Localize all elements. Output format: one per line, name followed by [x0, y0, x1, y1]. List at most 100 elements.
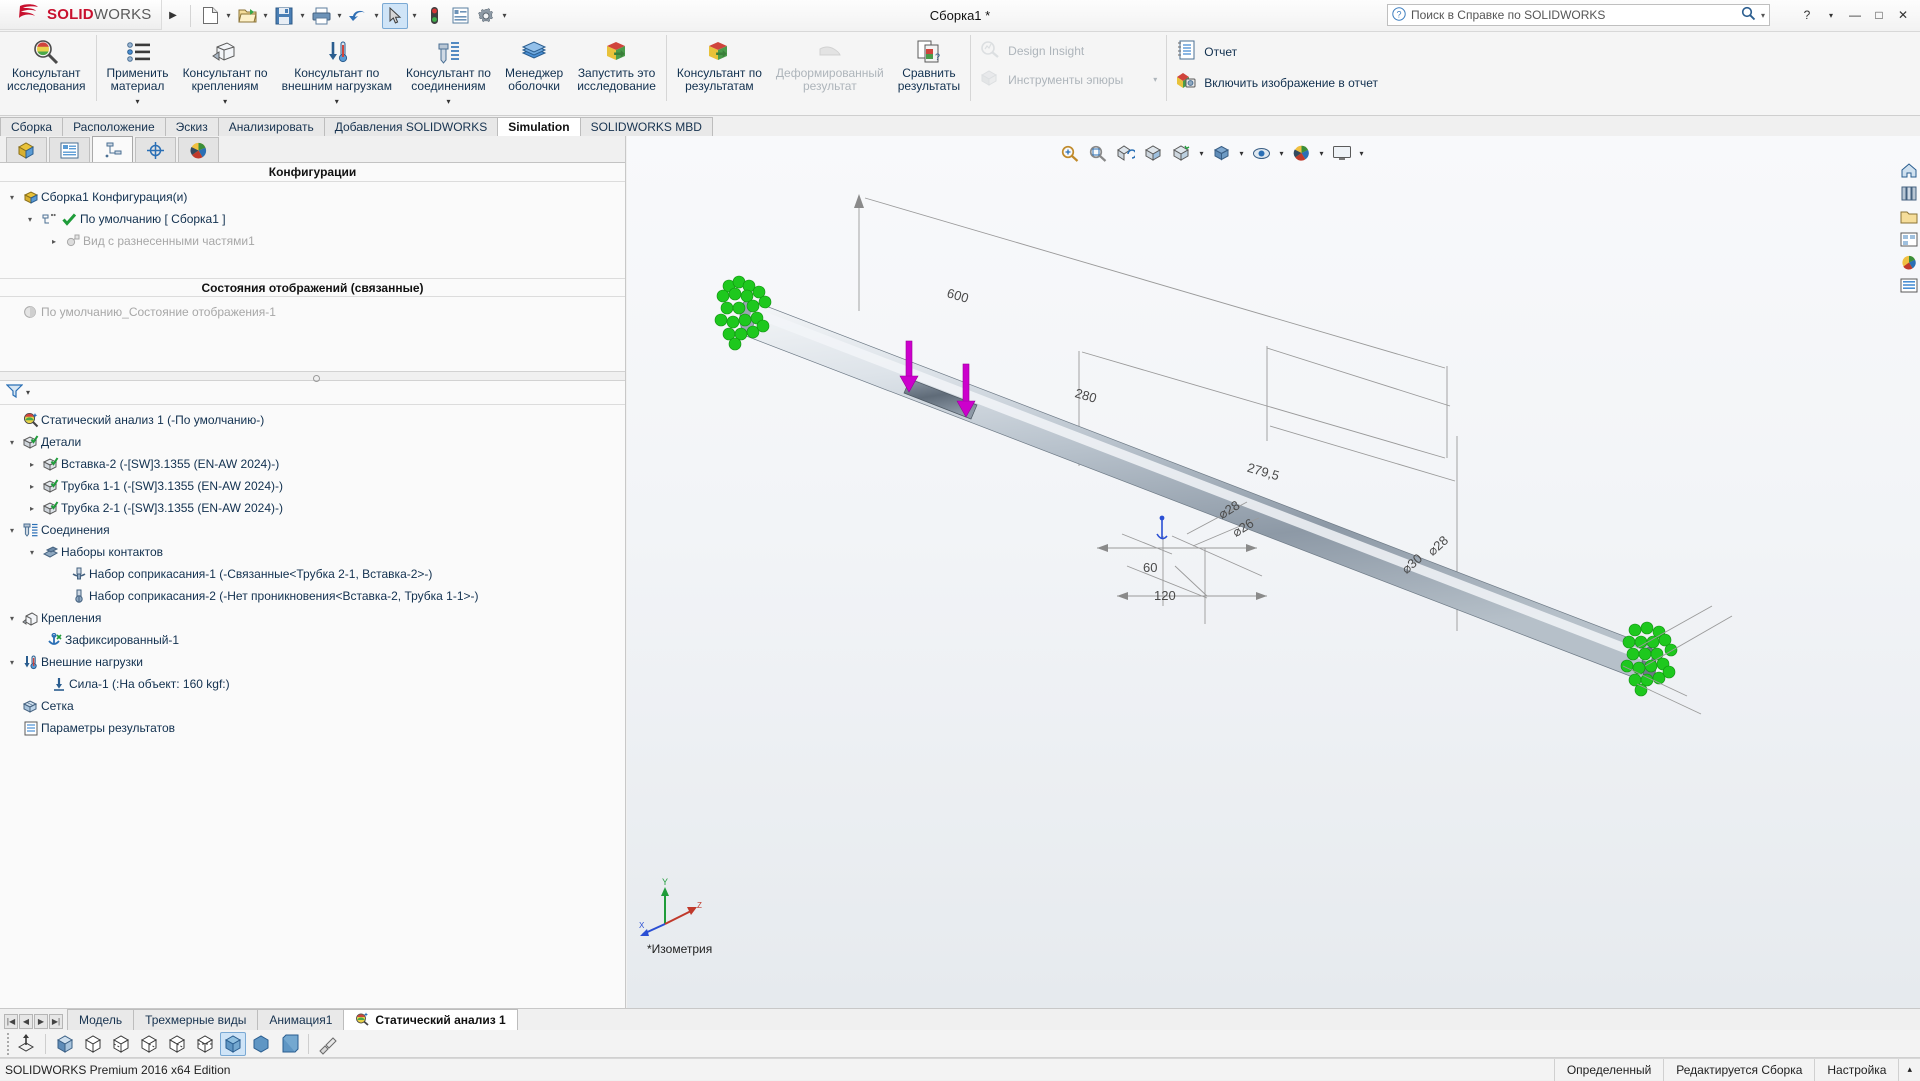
options-gear-icon[interactable]: [473, 3, 499, 29]
rebuild-icon[interactable]: [421, 3, 447, 29]
next-tab-button[interactable]: ▶: [34, 1014, 48, 1029]
ribbon-apply-material[interactable]: Применить материал ▾: [100, 32, 176, 108]
toolbar-grip[interactable]: [4, 1032, 11, 1056]
undo-caret[interactable]: ▾: [371, 11, 382, 20]
view-palette-icon[interactable]: [1899, 229, 1919, 249]
tab-sw-addins[interactable]: Добавления SOLIDWORKS: [323, 117, 499, 136]
sim-tree-part-vstavka-2[interactable]: ▸ Вставка-2 (-[SW]3.1355 (EN-AW 2024)-): [0, 453, 625, 475]
sim-tree-part-trubka-1-1[interactable]: ▸ Трубка 1-1 (-[SW]3.1355 (EN-AW 2024)-): [0, 475, 625, 497]
expand-collapse-icon[interactable]: ▾: [4, 658, 20, 667]
chevron-down-icon[interactable]: ▾: [223, 95, 227, 108]
expand-collapse-icon[interactable]: ▸: [24, 504, 40, 513]
view-orientation-6-button[interactable]: [192, 1032, 218, 1056]
close-button[interactable]: ✕: [1892, 4, 1914, 26]
sim-tree-fixtures[interactable]: ▾ Крепления: [0, 607, 625, 629]
help-button[interactable]: ?: [1796, 4, 1818, 26]
maximize-button[interactable]: □: [1868, 4, 1890, 26]
expand-collapse-icon[interactable]: ▾: [24, 548, 40, 557]
sim-tree-static-study[interactable]: ▸ Статический анализ 1 (-По умолчанию-): [0, 409, 625, 431]
new-document-icon[interactable]: [197, 3, 223, 29]
assembly-3d-model[interactable]: [627, 136, 1920, 1008]
tab-solidworks-mbd[interactable]: SOLIDWORKS MBD: [579, 117, 713, 136]
display-state-item[interactable]: ▸ По умолчанию_Состояние отображения-1: [0, 301, 625, 323]
view-orientation-3-button[interactable]: [108, 1032, 134, 1056]
view-orientation-1-button[interactable]: [52, 1032, 78, 1056]
menu-expand-arrow[interactable]: ▶: [162, 10, 184, 21]
ribbon-results-advisor[interactable]: Консультант по результатам: [670, 32, 769, 93]
doc-tab-model[interactable]: Модель: [67, 1009, 135, 1030]
sim-tree-connections[interactable]: ▾ Соединения: [0, 519, 625, 541]
save-caret[interactable]: ▾: [297, 11, 308, 20]
filter-caret-icon[interactable]: ▾: [26, 388, 30, 397]
ribbon-report[interactable]: Отчет: [1170, 40, 1384, 63]
sim-tree-fixed-geometry-1[interactable]: ▸ Зафиксированный-1: [0, 629, 625, 651]
expand-collapse-icon[interactable]: ▾: [4, 614, 20, 623]
expand-collapse-icon[interactable]: ▸: [24, 482, 40, 491]
ribbon-run-study[interactable]: Запустить это исследование: [570, 32, 663, 93]
print-caret[interactable]: ▾: [334, 11, 345, 20]
panel-splitter[interactable]: [0, 371, 625, 382]
view-orientation-4-button[interactable]: [136, 1032, 162, 1056]
ribbon-compare-results[interactable]: ? Сравнить результаты: [891, 32, 967, 93]
ribbon-shell-manager[interactable]: Менеджер оболочки: [498, 32, 570, 93]
custom-properties-icon[interactable]: [1899, 275, 1919, 295]
help-search-box[interactable]: ? Поиск в Справке по SOLIDWORKS ▾: [1387, 4, 1770, 26]
sim-tree-external-loads[interactable]: ▾ Внешние нагрузки: [0, 651, 625, 673]
expand-collapse-icon[interactable]: ▸: [24, 460, 40, 469]
tab-sketch[interactable]: Эскиз: [164, 117, 219, 136]
sim-tree-part-trubka-2-1[interactable]: ▸ Трубка 2-1 (-[SW]3.1355 (EN-AW 2024)-): [0, 497, 625, 519]
ribbon-fixtures-advisor[interactable]: Консультант по креплениям ▾: [176, 32, 275, 108]
open-document-icon[interactable]: [234, 3, 260, 29]
help-dropdown-caret[interactable]: ▾: [1820, 4, 1842, 26]
home-icon[interactable]: [1899, 160, 1919, 180]
config-tree-default[interactable]: ▾ По умолчанию [ Сборка1 ]: [0, 208, 625, 230]
undo-icon[interactable]: [345, 3, 371, 29]
options-caret[interactable]: ▾: [499, 11, 510, 20]
dimension-120[interactable]: 120: [1154, 588, 1176, 603]
appearances-scenes-icon[interactable]: [1899, 252, 1919, 272]
chevron-down-icon[interactable]: ▾: [446, 95, 450, 108]
sim-tree-parts-folder[interactable]: ▾ Детали: [0, 431, 625, 453]
sim-tree-contact-set-2[interactable]: ▸ Набор соприкасания-2 (-Нет проникновен…: [0, 585, 625, 607]
expand-collapse-icon[interactable]: ▾: [4, 193, 20, 202]
view-orientation-2-button[interactable]: [80, 1032, 106, 1056]
ribbon-include-image-in-report[interactable]: Включить изображение в отчет: [1170, 71, 1384, 94]
expand-collapse-icon[interactable]: ▾: [22, 215, 38, 224]
status-caret-icon[interactable]: ▴: [1898, 1058, 1920, 1081]
configuration-manager-tab[interactable]: [92, 136, 133, 162]
sim-tree-contact-sets-folder[interactable]: ▾ Наборы контактов: [0, 541, 625, 563]
save-icon[interactable]: [271, 3, 297, 29]
sim-tree-force-1[interactable]: ▸ Сила-1 (:На объект: 160 kgf:): [0, 673, 625, 695]
section-view-button[interactable]: [13, 1032, 39, 1056]
property-manager-tab[interactable]: [49, 137, 90, 162]
new-document-caret[interactable]: ▾: [223, 11, 234, 20]
expand-collapse-icon[interactable]: ▸: [46, 237, 62, 246]
select-tool-icon[interactable]: [382, 2, 408, 29]
sim-tree-mesh[interactable]: ▸ Сетка: [0, 695, 625, 717]
doc-tab-animation1[interactable]: Анимация1: [257, 1009, 345, 1030]
chevron-down-icon[interactable]: ▾: [136, 95, 140, 108]
ribbon-connections-advisor[interactable]: Консультант по соединениям ▾: [399, 32, 498, 108]
tab-layout[interactable]: Расположение: [62, 117, 166, 136]
tube-assembly[interactable]: [739, 300, 1657, 682]
search-icon[interactable]: [1741, 6, 1756, 24]
view-orientation-5-button[interactable]: [164, 1032, 190, 1056]
appearance-button[interactable]: [315, 1032, 341, 1056]
dimension-60[interactable]: 60: [1143, 560, 1157, 575]
file-properties-icon[interactable]: [447, 3, 473, 29]
last-tab-button[interactable]: ▶|: [49, 1014, 63, 1029]
config-tree-exploded-view[interactable]: ▸ Вид с разнесенными частями1: [0, 230, 625, 252]
graphics-viewport[interactable]: ▾ ▾ ▾ ▾ ▾ — □: [627, 136, 1920, 1008]
minimize-button[interactable]: —: [1844, 4, 1866, 26]
open-document-caret[interactable]: ▾: [260, 11, 271, 20]
display-manager-tab[interactable]: [178, 137, 219, 162]
ribbon-external-loads-advisor[interactable]: Консультант по внешним нагрузкам ▾: [275, 32, 399, 108]
expand-collapse-icon[interactable]: ▾: [4, 526, 20, 535]
expand-collapse-icon[interactable]: ▾: [4, 438, 20, 447]
sim-tree-result-options[interactable]: ▸ Параметры результатов: [0, 717, 625, 739]
config-tree-root[interactable]: ▾ Сборка1 Конфигурация(и): [0, 186, 625, 208]
sim-tree-contact-set-1[interactable]: ▸ Набор соприкасания-1 (-Связанные<Трубк…: [0, 563, 625, 585]
dimxpert-manager-tab[interactable]: [135, 137, 176, 162]
tab-evaluate[interactable]: Анализировать: [217, 117, 325, 136]
shaded-display-button[interactable]: [248, 1032, 274, 1056]
